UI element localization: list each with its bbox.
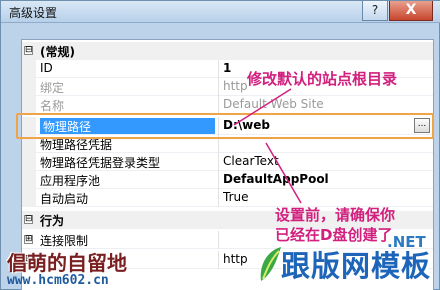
watermark-title: 倡萌的自留地	[7, 251, 127, 275]
annotation-note-precheck: 设置前，请确保你 已经在D盘创建了	[275, 205, 395, 245]
annotation-note-root-dir: 修改默认的站点根目录	[247, 70, 398, 88]
close-button[interactable]: X	[389, 1, 433, 21]
collapse-icon[interactable]: ⊟	[24, 215, 33, 224]
watermark-title: 跟版网模板	[281, 249, 432, 283]
dialog-title: 高级设置	[9, 6, 58, 20]
advanced-settings-dialog: 高级设置 ? X ⊟ (常规) ID 1 绑定 http 名称 Default …	[0, 0, 440, 290]
watermark-right: .NET 跟版网模板	[257, 233, 440, 290]
title-bar[interactable]: 高级设置 ? X	[1, 1, 440, 23]
property-value: True	[223, 190, 249, 204]
browse-button[interactable]: ...	[414, 118, 430, 133]
collapse-icon[interactable]: ⊟	[24, 46, 33, 55]
property-row-logon-type[interactable]: 物理路径凭据登录类型 ClearText	[22, 153, 433, 171]
property-label: ID	[40, 61, 53, 75]
property-label: 自动启动	[40, 192, 89, 206]
group-label: 行为	[40, 214, 65, 228]
property-value	[223, 136, 413, 152]
property-label: 应用程序池	[40, 174, 101, 188]
physical-path-value[interactable]: D:\web	[223, 118, 413, 134]
watermark-left: 倡萌的自留地 www.hcm602.cn	[3, 247, 188, 290]
property-value: DefaultAppPool	[223, 172, 329, 186]
group-general[interactable]: ⊟ (常规)	[22, 42, 433, 60]
property-label: 物理路径凭据登录类型	[40, 156, 161, 170]
property-row-name[interactable]: 名称 Default Web Site	[22, 96, 433, 114]
property-row-physical-path[interactable]: 物理路径 D:\web ...	[22, 117, 433, 135]
property-value: Default Web Site	[223, 97, 324, 111]
property-label: 连接限制	[40, 234, 89, 248]
watermark-url: www.hcm602.cn	[7, 273, 109, 288]
help-button[interactable]: ?	[362, 1, 388, 21]
property-value: ClearText	[223, 154, 279, 168]
group-label: (常规)	[40, 45, 75, 59]
property-label: 物理路径凭据	[40, 138, 113, 152]
leaf-logo-icon	[260, 247, 281, 281]
property-label: 绑定	[40, 81, 65, 95]
property-label: 名称	[40, 99, 65, 113]
property-row-app-pool[interactable]: 应用程序池 DefaultAppPool	[22, 171, 433, 189]
property-row-path-credentials[interactable]: 物理路径凭据	[22, 135, 433, 153]
annotation-line: 设置前，请确保你	[275, 206, 396, 224]
property-label: 物理路径	[40, 118, 215, 134]
expand-icon[interactable]: ⊞	[24, 235, 33, 244]
